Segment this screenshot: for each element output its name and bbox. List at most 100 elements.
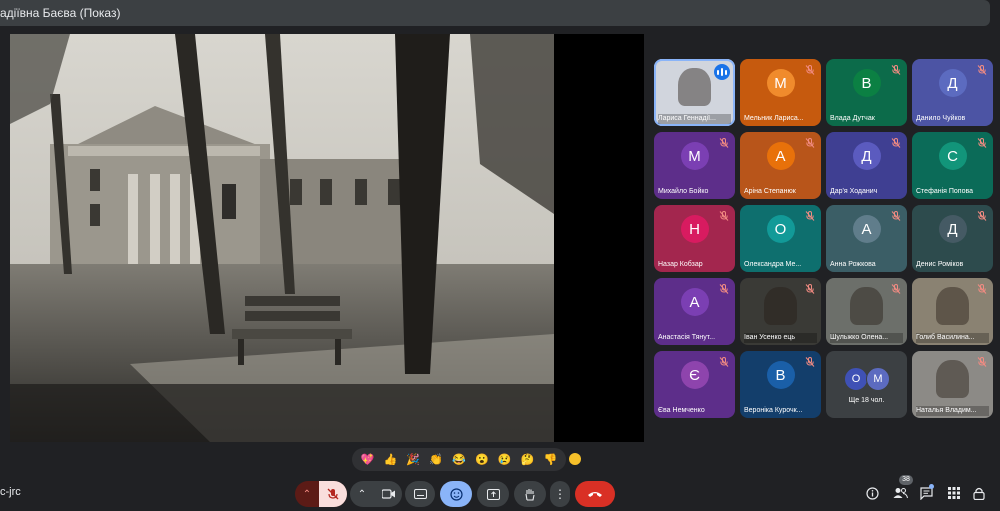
host-controls-button[interactable]	[968, 482, 990, 504]
participant-name: Шульжко Олена...	[830, 333, 903, 343]
activities-button[interactable]	[943, 482, 965, 504]
mic-off-icon	[718, 282, 730, 294]
mic-off-icon	[718, 209, 730, 221]
people-icon	[893, 488, 908, 499]
apps-grid-icon	[948, 487, 960, 499]
participant-tile[interactable]: В Влада Дутчак	[826, 59, 907, 126]
participant-tile[interactable]: Д Данило Чуйков	[912, 59, 993, 126]
camera-icon	[381, 489, 395, 499]
reaction-emoji[interactable]: 🤔	[521, 454, 535, 466]
more-avatar: М	[866, 367, 890, 391]
mic-off-icon	[976, 282, 988, 294]
participant-tile[interactable]: Н Назар Кобзар	[654, 205, 735, 272]
participant-name: Іван Усенко ець	[744, 333, 817, 343]
more-avatar: О	[844, 367, 868, 391]
mic-button[interactable]	[319, 481, 347, 507]
participant-name: Назар Кобзар	[658, 261, 703, 268]
reaction-emoji[interactable]: 👍	[383, 454, 397, 466]
more-reactions-icon[interactable]	[569, 453, 581, 465]
participant-name: Єва Немченко	[658, 407, 705, 414]
reaction-emoji[interactable]: 👎	[544, 454, 558, 466]
reaction-emoji[interactable]: 🎉	[406, 454, 420, 466]
participant-name: Лариса Геннадії...	[658, 114, 731, 124]
mic-off-icon	[804, 209, 816, 221]
participant-tile[interactable]: Голиб Василина...	[912, 278, 993, 345]
participant-tile[interactable]: О М Ще 18 чол.	[826, 351, 907, 418]
participant-name: Мельник Лариса...	[744, 115, 804, 122]
participant-name: Михайло Бойко	[658, 188, 709, 195]
mic-group: ⌃	[295, 481, 347, 507]
mic-off-icon	[804, 136, 816, 148]
mic-off-icon	[718, 136, 730, 148]
participant-tile[interactable]: Є Єва Немченко	[654, 351, 735, 418]
participant-tile[interactable]: С Стефанія Попова	[912, 132, 993, 199]
participant-name: Вероніка Курочк...	[744, 407, 803, 414]
participant-name: Стефанія Попова	[916, 188, 974, 195]
participant-name: Аріна Степанюк	[744, 188, 796, 195]
avatar: В	[766, 361, 795, 390]
meeting-details-button[interactable]	[861, 482, 883, 504]
avatar: М	[766, 69, 795, 98]
chevron-up-icon[interactable]: ⌃	[295, 489, 319, 500]
chat-button[interactable]	[915, 482, 937, 504]
participant-tile[interactable]: Д Денис Роміков	[912, 205, 993, 272]
avatar: О	[766, 215, 795, 244]
end-call-button[interactable]	[575, 481, 615, 507]
participant-video	[936, 287, 969, 325]
participant-tile[interactable]: А Анна Рожкова	[826, 205, 907, 272]
more-vert-icon: ⋮	[554, 487, 566, 501]
avatar: М	[680, 142, 709, 171]
mic-off-icon	[804, 63, 816, 75]
meeting-code: c-jrc	[0, 486, 21, 498]
avatar: Є	[680, 361, 709, 390]
participant-tile[interactable]: Іван Усенко ець	[740, 278, 821, 345]
more-options-button[interactable]: ⋮	[550, 481, 570, 507]
raise-hand-button[interactable]	[514, 481, 546, 507]
emoji-button[interactable]	[440, 481, 472, 507]
participant-name: Олександра Ме...	[744, 261, 802, 268]
avatar: В	[852, 69, 881, 98]
reaction-emoji[interactable]: 👏	[429, 454, 443, 466]
participant-name: Голиб Василина...	[916, 333, 989, 343]
participant-tile[interactable]: А Аріна Степанюк	[740, 132, 821, 199]
mic-off-icon	[890, 63, 902, 75]
participant-tile[interactable]: О Олександра Ме...	[740, 205, 821, 272]
reaction-emoji[interactable]: 💖	[361, 454, 375, 466]
participant-tile[interactable]: А Анастасія Тянут...	[654, 278, 735, 345]
reaction-emoji[interactable]: 😂	[452, 454, 466, 466]
presenter-title: адіївна Баєва (Показ)	[0, 6, 121, 20]
captions-icon	[413, 489, 427, 499]
chat-notification-dot	[929, 484, 934, 489]
participant-tile[interactable]: В Вероніка Курочк...	[740, 351, 821, 418]
reaction-emoji[interactable]: 😢	[498, 454, 512, 466]
lock-person-icon	[973, 487, 985, 500]
participant-name: Анастасія Тянут...	[658, 334, 716, 341]
chevron-up-icon[interactable]: ⌃	[350, 489, 374, 500]
participant-tile[interactable]: Лариса Геннадії...	[654, 59, 735, 126]
people-button[interactable]	[889, 482, 911, 504]
mic-off-icon	[804, 282, 816, 294]
camera-group: ⌃	[350, 481, 402, 507]
title-bar: адіївна Баєва (Показ)	[0, 0, 990, 26]
presentation-area	[10, 34, 644, 442]
reaction-emoji[interactable]: 😮	[475, 454, 489, 466]
participant-tile[interactable]: Д Дар'я Ходанич	[826, 132, 907, 199]
present-icon	[486, 488, 500, 500]
mic-off-icon	[327, 488, 339, 500]
avatar: С	[938, 142, 967, 171]
mic-off-icon	[890, 282, 902, 294]
hand-icon	[525, 488, 535, 501]
avatar: Д	[852, 142, 881, 171]
participant-tile[interactable]: М Михайло Бойко	[654, 132, 735, 199]
present-button[interactable]	[477, 481, 509, 507]
participant-tile[interactable]: Шульжко Олена...	[826, 278, 907, 345]
info-icon	[865, 486, 879, 500]
reactions-bar: 💖 👍 🎉 👏 😂 😮 😢 🤔 👎	[352, 448, 566, 471]
participant-name: Анна Рожкова	[830, 261, 876, 268]
speaking-indicator-icon	[714, 64, 730, 80]
camera-button[interactable]	[374, 489, 402, 499]
captions-button[interactable]	[405, 481, 435, 507]
participant-name: Влада Дутчак	[830, 115, 875, 122]
participant-tile[interactable]: М Мельник Лариса...	[740, 59, 821, 126]
participant-tile[interactable]: Наталья Владим...	[912, 351, 993, 418]
